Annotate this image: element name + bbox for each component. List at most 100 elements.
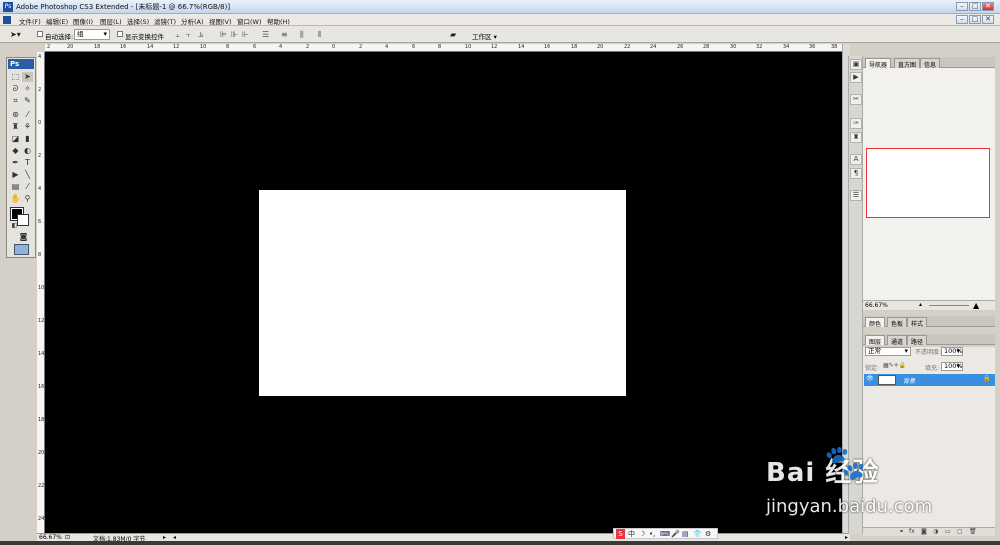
align-top-icon[interactable]: ⫠ xyxy=(175,30,180,40)
dock-brushes-icon[interactable]: ✑ xyxy=(850,118,862,129)
move-tool-icon[interactable]: ➤ xyxy=(22,72,33,82)
tab-info[interactable]: 信息 xyxy=(920,58,941,69)
layer-row-background[interactable]: 👁 背景 🔒 xyxy=(864,374,995,386)
align-hcenter-icon[interactable]: ⊪ xyxy=(231,30,238,39)
dock-actions-icon[interactable]: ▶ xyxy=(850,72,862,83)
ime-skin-icon[interactable]: 👕 xyxy=(693,529,702,539)
fill-field[interactable]: 100% xyxy=(941,362,963,371)
dock-tools-icon[interactable]: ✂ xyxy=(850,94,862,105)
zoom-out-icon[interactable]: ▴ xyxy=(919,301,922,308)
auto-select-checkbox[interactable] xyxy=(37,31,43,37)
menu-analysis[interactable]: 分析(A) xyxy=(181,16,204,26)
ime-voice-icon[interactable]: 🎤 xyxy=(671,529,680,539)
eyedropper-tool-icon[interactable]: ⁄ xyxy=(22,182,33,192)
ime-settings-icon[interactable]: ⚙ xyxy=(705,529,711,539)
line-tool-icon[interactable]: ╲ xyxy=(22,170,33,180)
opacity-field[interactable]: 100% xyxy=(941,347,963,356)
align-left-icon[interactable]: ⊫ xyxy=(220,30,227,39)
type-tool-icon[interactable]: T xyxy=(22,158,33,168)
workspace-icon[interactable]: ▰ xyxy=(450,30,456,39)
menu-select[interactable]: 选择(S) xyxy=(127,16,149,26)
tab-histogram[interactable]: 直方图 xyxy=(894,58,921,69)
menu-window[interactable]: 窗口(W) xyxy=(237,16,262,26)
crop-tool-icon[interactable]: ⌗ xyxy=(10,96,21,106)
document-canvas[interactable] xyxy=(259,190,626,396)
pen-tool-icon[interactable]: ✒ xyxy=(10,158,21,168)
zoom-readout[interactable]: 66.67% xyxy=(39,534,62,541)
scroll-left-icon[interactable]: ◂ xyxy=(173,534,176,541)
doc-minimize-button[interactable]: – xyxy=(956,15,968,24)
dock-history-icon[interactable]: ▣ xyxy=(850,59,862,70)
new-layer-icon[interactable]: ▢ xyxy=(957,528,963,535)
lock-options-icon[interactable]: ▦✎✛🔒 xyxy=(883,362,906,369)
eraser-tool-icon[interactable]: ◪ xyxy=(10,134,21,144)
ime-punctuation-icon[interactable]: •, xyxy=(649,529,655,539)
menu-image[interactable]: 图像(I) xyxy=(73,16,93,26)
tab-color[interactable]: 颜色 xyxy=(865,317,886,328)
dock-clone-source-icon[interactable]: ♜ xyxy=(850,132,862,143)
scroll-right-icon[interactable]: ▸ xyxy=(845,534,848,541)
menu-help[interactable]: 帮助(H) xyxy=(267,16,290,26)
ime-chinese-toggle[interactable]: 中 xyxy=(628,529,635,539)
path-select-icon[interactable]: ▶ xyxy=(10,170,21,180)
layer-style-icon[interactable]: fx xyxy=(909,528,915,535)
visibility-eye-icon[interactable]: 👁 xyxy=(866,375,874,382)
notes-tool-icon[interactable]: ▤ xyxy=(10,182,21,192)
dock-character-icon[interactable]: A xyxy=(850,154,862,165)
tab-swatches[interactable]: 色板 xyxy=(887,317,908,328)
align-right-icon[interactable]: ⊩ xyxy=(242,30,249,39)
blur-tool-icon[interactable]: ◆ xyxy=(10,146,21,156)
dock-paragraph-icon[interactable]: ¶ xyxy=(850,168,862,179)
close-button[interactable]: ✕ xyxy=(982,2,994,11)
status-menu-arrow-icon[interactable]: ▸ xyxy=(163,534,166,541)
zoom-icon[interactable]: ⊡ xyxy=(65,534,70,541)
history-brush-icon[interactable]: ⚘ xyxy=(22,122,33,132)
move-tool-preset-icon[interactable]: ➤▾ xyxy=(10,30,21,39)
slice-tool-icon[interactable]: ✎ xyxy=(22,96,33,106)
screen-mode-icon[interactable] xyxy=(14,244,29,255)
tab-styles[interactable]: 样式 xyxy=(907,317,928,328)
distribute-right-icon[interactable]: ⫴ xyxy=(318,30,321,40)
ime-logo-icon[interactable]: S xyxy=(616,529,625,539)
navigator-zoom[interactable]: 66.67% xyxy=(865,302,888,309)
ime-keyboard-icon[interactable]: ⌨ xyxy=(660,529,670,539)
workspace-menu[interactable]: 工作区 ▾ xyxy=(472,31,497,41)
ime-toolbox-icon[interactable]: ▤ xyxy=(682,529,689,539)
maximize-button[interactable]: □ xyxy=(969,2,981,11)
auto-select-dropdown[interactable]: 组 xyxy=(74,29,110,40)
show-transform-checkbox[interactable] xyxy=(117,31,123,37)
brush-tool-icon[interactable]: ⁄ xyxy=(22,110,33,120)
gradient-tool-icon[interactable]: ▮ xyxy=(22,134,33,144)
magic-wand-tool-icon[interactable]: ✧ xyxy=(22,84,33,94)
clone-stamp-icon[interactable]: ♜ xyxy=(10,122,21,132)
tab-paths[interactable]: 路径 xyxy=(907,335,928,346)
lasso-tool-icon[interactable]: ᘐ xyxy=(10,84,21,94)
tab-layers[interactable]: 图层 xyxy=(865,335,886,346)
delete-layer-icon[interactable]: 🗑 xyxy=(969,528,977,535)
align-vcenter-icon[interactable]: ⫟ xyxy=(186,30,191,40)
tab-channels[interactable]: 通道 xyxy=(887,335,908,346)
link-layers-icon[interactable]: ⚭ xyxy=(899,528,904,535)
menu-filter[interactable]: 滤镜(T) xyxy=(154,16,176,26)
minimize-button[interactable]: – xyxy=(956,2,968,11)
zoom-in-icon[interactable]: ▲ xyxy=(973,301,979,310)
menu-file[interactable]: 文件(F) xyxy=(19,16,41,26)
menu-view[interactable]: 视图(V) xyxy=(209,16,232,26)
tab-navigator[interactable]: 导航器 xyxy=(865,58,892,69)
marquee-tool-icon[interactable]: ⬚ xyxy=(10,72,21,82)
distribute-top-icon[interactable]: ☰ xyxy=(262,30,269,39)
quick-mask-icon[interactable]: ◙ xyxy=(18,232,29,242)
navigator-proxy-view[interactable] xyxy=(866,148,990,218)
align-bottom-icon[interactable]: ⫡ xyxy=(198,30,203,40)
dock-layer-comps-icon[interactable]: ☰ xyxy=(850,190,862,201)
default-colors-icon[interactable]: ◧ xyxy=(9,221,20,231)
distribute-left-icon[interactable]: ⫼ xyxy=(300,30,304,40)
doc-restore-button[interactable]: □ xyxy=(969,15,981,24)
doc-close-button[interactable]: ✕ xyxy=(982,15,994,24)
adjustment-layer-icon[interactable]: ◑ xyxy=(933,528,938,535)
new-group-icon[interactable]: ▭ xyxy=(945,528,951,535)
healing-brush-icon[interactable]: ⊛ xyxy=(10,110,21,120)
blend-mode-dropdown[interactable]: 正常 xyxy=(865,347,911,356)
distribute-vcenter-icon[interactable]: ≡ xyxy=(281,30,288,39)
zoom-tool-icon[interactable]: ⚲ xyxy=(22,194,33,204)
